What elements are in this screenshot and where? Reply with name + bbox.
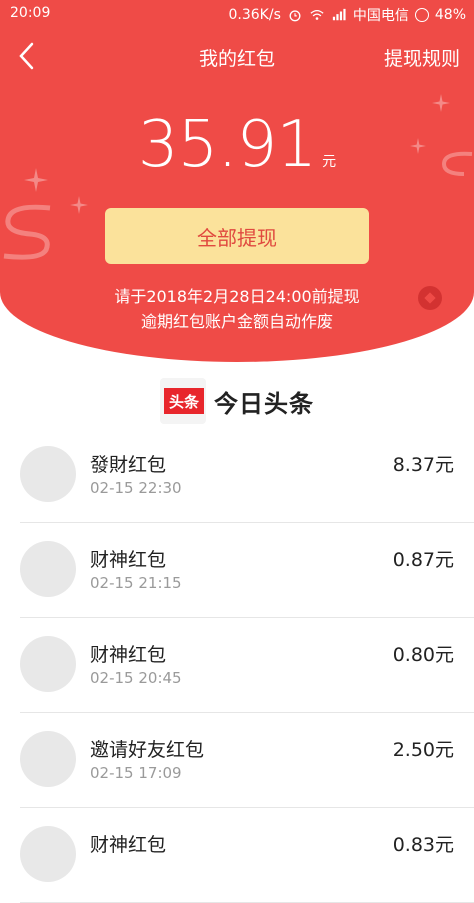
- avatar: [20, 826, 76, 882]
- item-time: 02-15 20:45: [90, 669, 182, 687]
- alarm-icon: [289, 10, 301, 22]
- item-amount: 8.37元: [392, 454, 454, 476]
- notice-line-1: 请于2018年2月28日24:00前提现: [114, 287, 360, 306]
- withdraw-notice: 请于2018年2月28日24:00前提现 逾期红包账户金额自动作废: [0, 284, 474, 334]
- item-time: 02-15 17:09: [90, 764, 182, 782]
- item-amount: 0.87元: [392, 549, 454, 571]
- avatar: [20, 446, 76, 502]
- list-item[interactable]: 邀请好友红包 02-15 17:09 2.50元: [20, 713, 474, 808]
- status-bar: 20:09 0.36K/s 中国电信 48%: [0, 0, 474, 28]
- battery-icon: [414, 8, 429, 22]
- item-title: 邀请好友红包: [90, 739, 205, 761]
- balance-unit: 元: [322, 154, 337, 170]
- nav-bar: 我的红包 提现规则: [0, 32, 474, 80]
- swirl-decoration: [3, 204, 51, 260]
- item-time: 02-15 21:15: [90, 574, 182, 592]
- item-amount: 0.83元: [392, 834, 454, 856]
- item-amount: 2.50元: [392, 739, 454, 761]
- status-time: 20:09: [10, 5, 51, 21]
- item-time: 02-15 22:30: [90, 479, 182, 497]
- list-item[interactable]: 财神红包 02-15 21:15 0.87元: [20, 523, 474, 618]
- brand-name: 今日头条: [214, 389, 314, 418]
- item-title: 财神红包: [90, 644, 167, 666]
- sparkle-decoration: [70, 196, 88, 214]
- balance-amount: 35.91: [137, 108, 317, 182]
- network-speed: 0.36K/s: [228, 7, 281, 23]
- item-amount: 0.80元: [392, 644, 454, 666]
- battery-level: 48%: [434, 7, 466, 23]
- carrier-name: 中国电信: [352, 8, 409, 24]
- brand-header: 头条 今日头条: [0, 378, 474, 424]
- item-title: 财神红包: [90, 549, 167, 571]
- notice-line-2: 逾期红包账户金额自动作废: [140, 312, 333, 331]
- toutiao-logo: 头条: [160, 378, 206, 424]
- item-title: 财神红包: [90, 834, 167, 856]
- signal-icon: [332, 8, 346, 21]
- withdraw-rules-link[interactable]: 提现规则: [384, 44, 460, 71]
- item-title: 發財红包: [90, 454, 167, 476]
- avatar: [20, 636, 76, 692]
- list-item[interactable]: 财神红包 0.83元: [20, 808, 474, 903]
- list-item[interactable]: 财神红包 02-15 20:45 0.80元: [20, 618, 474, 713]
- avatar: [20, 731, 76, 787]
- avatar: [20, 541, 76, 597]
- wifi-icon: [310, 9, 324, 20]
- hero-header: 20:09 0.36K/s 中国电信 48% 我的红包 提现规则 35.91 元…: [0, 0, 474, 362]
- red-packet-list: 發財红包 02-15 22:30 8.37元 财神红包 02-15 21:15 …: [0, 428, 474, 903]
- balance-display: 35.91 元: [0, 108, 474, 182]
- toutiao-logo-text: 头条: [164, 388, 204, 414]
- withdraw-all-button[interactable]: 全部提现: [105, 208, 369, 264]
- list-item[interactable]: 發財红包 02-15 22:30 8.37元: [20, 428, 474, 523]
